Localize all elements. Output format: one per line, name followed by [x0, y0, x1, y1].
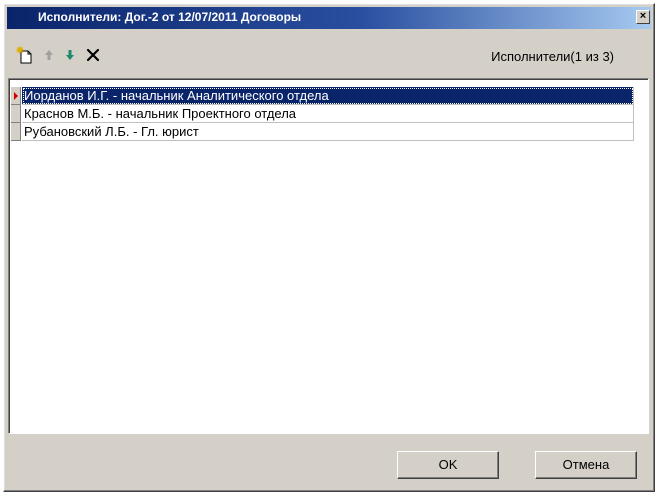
new-document-icon [16, 46, 32, 64]
row-indicator [11, 87, 21, 105]
arrow-down-icon [66, 50, 74, 60]
window-title: Исполнители: Дог.-2 от 12/07/2011 Догово… [38, 10, 302, 24]
list-item-text[interactable]: Краснов М.Б. - начальник Проектного отде… [22, 105, 634, 123]
row-indicator [11, 105, 21, 123]
toolbar: Исполнители(1 из 3) [7, 32, 651, 76]
move-down-button[interactable] [60, 45, 80, 65]
title-bar[interactable]: Исполнители: Дог.-2 от 12/07/2011 Догово… [7, 7, 651, 29]
close-button[interactable]: × [636, 10, 650, 24]
list-item[interactable]: Краснов М.Б. - начальник Проектного отде… [11, 105, 634, 123]
add-button[interactable] [15, 45, 35, 65]
arrow-up-icon [45, 50, 53, 60]
list-item-text[interactable]: Иорданов И.Г. - начальник Аналитического… [22, 87, 634, 105]
ok-button[interactable]: OK [397, 451, 499, 479]
dialog-window: Исполнители: Дог.-2 от 12/07/2011 Догово… [3, 3, 655, 492]
cancel-button[interactable]: Отмена [535, 451, 637, 479]
executors-list[interactable]: Иорданов И.Г. - начальник Аналитического… [8, 78, 649, 434]
move-up-button[interactable] [39, 45, 59, 65]
record-counter: Исполнители(1 из 3) [491, 49, 614, 64]
close-x-icon [86, 48, 100, 62]
list-item[interactable]: Иорданов И.Г. - начальник Аналитического… [11, 87, 634, 105]
row-indicator [11, 123, 21, 141]
list-item-text[interactable]: Рубановский Л.Б. - Гл. юрист [22, 123, 634, 141]
current-row-arrow-icon [14, 92, 18, 100]
delete-button[interactable] [83, 45, 103, 65]
list-item[interactable]: Рубановский Л.Б. - Гл. юрист [11, 123, 634, 141]
